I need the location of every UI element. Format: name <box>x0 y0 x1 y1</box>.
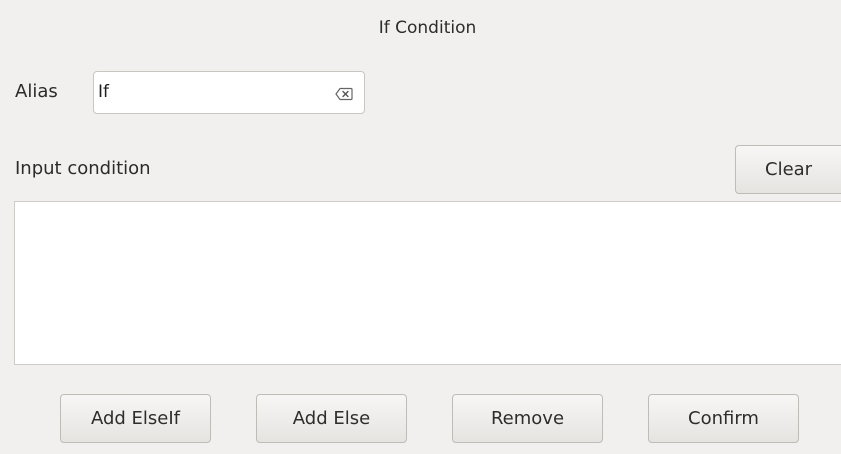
confirm-button[interactable]: Confirm <box>648 394 799 443</box>
alias-field[interactable] <box>93 71 365 114</box>
if-condition-dialog: If Condition Alias Input condition Clear… <box>0 0 841 454</box>
add-else-button[interactable]: Add Else <box>256 394 407 443</box>
add-elseif-button[interactable]: Add ElseIf <box>60 394 211 443</box>
remove-button[interactable]: Remove <box>452 394 603 443</box>
clear-button[interactable]: Clear <box>735 145 841 194</box>
input-condition-label: Input condition <box>15 158 151 179</box>
alias-input[interactable] <box>98 78 323 106</box>
clear-text-icon[interactable] <box>335 86 353 101</box>
alias-label: Alias <box>15 81 58 102</box>
condition-input[interactable] <box>14 201 841 365</box>
dialog-title: If Condition <box>378 18 477 38</box>
